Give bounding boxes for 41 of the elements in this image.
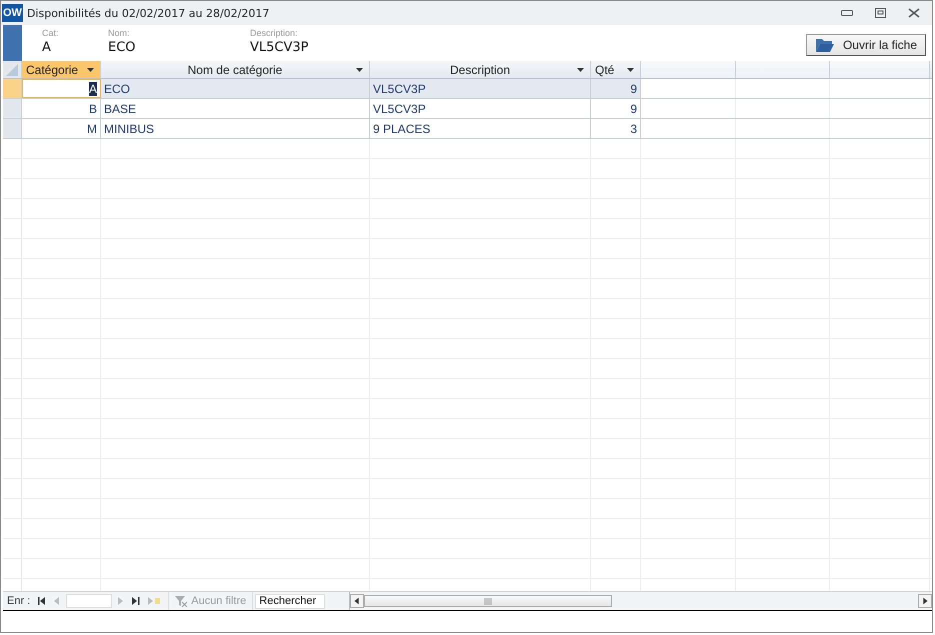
close-icon[interactable]	[908, 8, 920, 18]
table-cell: VL5CV3P	[370, 79, 591, 98]
table-cell: ECO	[101, 79, 370, 98]
table-cell: 9	[591, 79, 641, 98]
dropdown-icon[interactable]	[627, 68, 634, 72]
horizontal-scrollbar[interactable]	[349, 592, 932, 610]
table-cell: A	[22, 79, 101, 98]
record-number-field[interactable]	[66, 594, 112, 608]
field-value: VL5CV3P	[250, 40, 310, 55]
table-cell: MINIBUS	[101, 119, 370, 138]
table-cell: VL5CV3P	[370, 99, 591, 118]
side-strip	[3, 25, 22, 61]
column-header[interactable]: Description	[370, 61, 591, 78]
first-record-icon[interactable]	[38, 597, 46, 605]
dropdown-icon[interactable]	[356, 68, 363, 72]
field-label: Description:	[250, 28, 299, 38]
table-cell: 9 PLACES	[370, 119, 591, 138]
dropdown-icon[interactable]	[87, 68, 94, 72]
search-field[interactable]: Rechercher	[255, 594, 326, 608]
folder-icon	[814, 37, 835, 53]
field-label: Nom:	[108, 28, 131, 38]
open-record-button[interactable]: Ouvrir la fiche	[806, 34, 926, 56]
filter-icon	[175, 596, 188, 606]
scroll-thumb[interactable]	[364, 595, 612, 607]
table-cell: BASE	[101, 99, 370, 118]
field-label: Cat:	[42, 28, 60, 38]
last-record-icon[interactable]	[132, 597, 140, 605]
app-logo: OW	[2, 4, 23, 22]
minimize-icon[interactable]	[841, 10, 853, 16]
table-cell: M	[22, 119, 101, 138]
column-header[interactable]: Catégorie	[22, 61, 101, 78]
scroll-right-icon[interactable]	[918, 594, 932, 608]
dropdown-icon[interactable]	[577, 68, 584, 72]
field-value: A	[42, 40, 52, 55]
field-value: ECO	[108, 40, 137, 55]
record-label: Enr :	[7, 595, 30, 607]
restore-icon[interactable]	[875, 8, 886, 18]
table-cell: B	[22, 99, 101, 118]
scroll-left-icon[interactable]	[350, 594, 364, 608]
column-header[interactable]: Nom de catégorie	[101, 61, 370, 78]
window-title: Disponibilités du 02/02/2017 au 28/02/2017	[26, 6, 270, 20]
